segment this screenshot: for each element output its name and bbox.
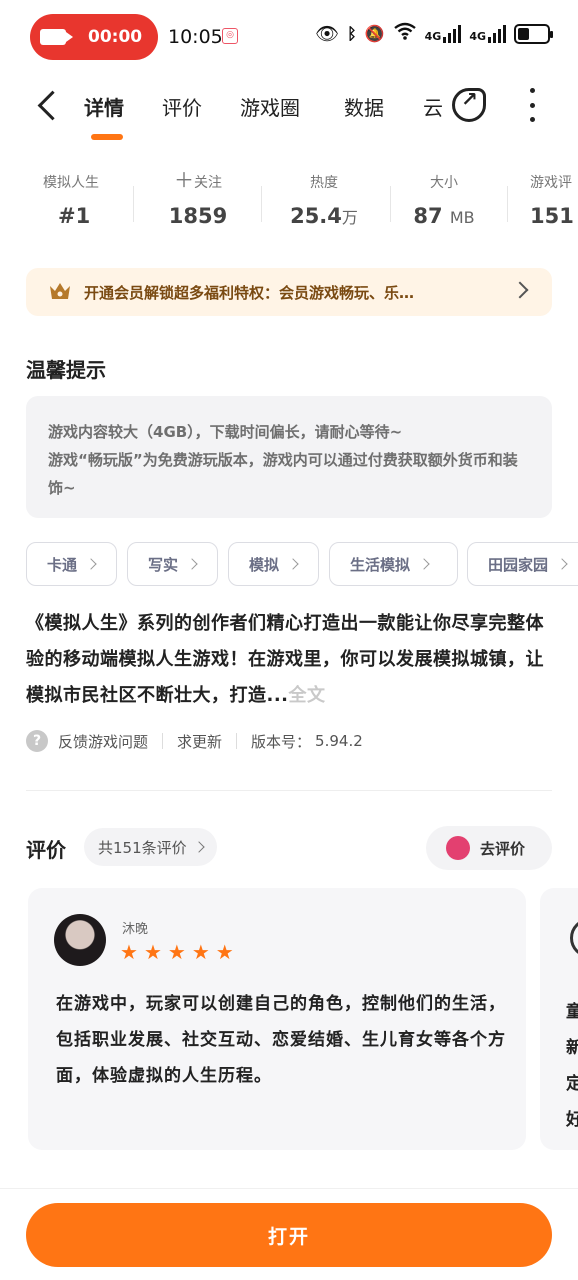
review-text: 在游戏中，玩家可以创建自己的角色，控制他们的生活，包括职业发展、社交互动、恋爱结…: [56, 994, 506, 1086]
reviews-title: 评价: [26, 838, 66, 862]
record-time: 00:00: [88, 27, 143, 47]
tab-data[interactable]: 数据: [344, 92, 384, 121]
chevron-right-icon: [287, 558, 299, 570]
tab-reviews[interactable]: 评价: [162, 92, 202, 121]
game-description[interactable]: 《模拟人生》系列的创作者们精心打造出一款能让你尽享完整体验的移动端模拟人生游戏！…: [26, 606, 552, 714]
battery-icon: [514, 23, 553, 44]
review-username: 沐晚: [122, 922, 149, 937]
active-tab-indicator: [91, 134, 123, 140]
star-icon: ★: [191, 940, 210, 964]
vip-banner-text: 开通会员解锁超多福利特权：会员游戏畅玩、乐…: [84, 283, 415, 302]
system-icons: 👁 ᛒ 🔕 4G 4G: [314, 22, 553, 45]
avatar[interactable]: [54, 914, 106, 966]
version-label: 版本号：: [251, 732, 312, 751]
screen-record-pill[interactable]: 00:00: [30, 14, 158, 60]
version-number: 5.94.2: [315, 732, 363, 750]
more-options-icon[interactable]: [524, 88, 540, 122]
review-card[interactable]: 沐晚 ★ ★ ★ ★ ★ 在游戏中，玩家可以创建自己的角色，控制他们的生活，包括…: [28, 888, 526, 1150]
clock: 10:05: [168, 26, 223, 48]
review-card-next[interactable]: 童新定好: [540, 888, 578, 1150]
stat-follow[interactable]: ＋关注 1859: [160, 170, 236, 228]
stat-size: 大小 87 MB: [413, 175, 475, 228]
crown-icon: [48, 281, 74, 303]
section-divider: [26, 790, 552, 791]
star-icon: ★: [120, 940, 138, 964]
game-stats: 模拟人生 #1 ＋关注 1859 热度 25.4万 大小 87 MB 游戏评 1…: [0, 170, 578, 242]
tab-details[interactable]: 详情: [84, 92, 124, 121]
tag-life-sim[interactable]: 生活模拟: [329, 542, 458, 586]
open-game-button[interactable]: 打开: [26, 1203, 552, 1267]
chevron-right-icon: [186, 558, 198, 570]
mute-bell-icon: 🔕: [364, 24, 385, 43]
stat-reviews[interactable]: 游戏评 151: [530, 172, 578, 228]
read-more-link[interactable]: 全文: [289, 685, 326, 706]
tag-simulation[interactable]: 模拟: [228, 542, 319, 586]
back-arrow-icon[interactable]: [30, 86, 64, 126]
wifi-icon: [393, 22, 417, 45]
tab-game-circle[interactable]: 游戏圈: [240, 92, 300, 121]
share-icon[interactable]: [452, 87, 486, 122]
chevron-right-icon: [418, 558, 430, 570]
rating-stars: ★ ★ ★ ★ ★: [120, 942, 234, 962]
chevron-right-icon: [511, 281, 529, 299]
avatar: [570, 918, 578, 958]
bluetooth-icon: ᛒ: [347, 24, 357, 43]
tag-list: 卡通 写实 模拟 生活模拟 田园家园: [26, 542, 578, 588]
star-icon: ★: [143, 940, 162, 964]
request-update-link[interactable]: 求更新: [177, 731, 222, 752]
star-icon: ★: [167, 940, 186, 964]
camera-icon: [40, 29, 73, 45]
question-icon: ?: [26, 730, 48, 752]
feedback-row: ? 反馈游戏问题 求更新 版本号： 5.94.2: [26, 728, 363, 754]
bottom-bar-divider: [0, 1188, 578, 1189]
stat-rank[interactable]: 模拟人生 #1: [36, 172, 106, 228]
tip-line: 游戏内容较大（4GB），下载时间偏长，请耐心等待~: [48, 423, 403, 441]
vip-banner[interactable]: 开通会员解锁超多福利特权：会员游戏畅玩、乐…: [26, 268, 552, 316]
review-text-peek: 童新定好: [566, 1002, 578, 1130]
tag-cartoon[interactable]: 卡通: [26, 542, 117, 586]
cell-signal-2-icon: 4G: [469, 24, 506, 43]
tips-title: 温馨提示: [26, 358, 106, 382]
stat-heat: 热度 25.4万: [290, 175, 358, 228]
tip-line: 游戏“畅玩版”为免费游玩版本，游戏内可以通过付费获取额外货币和装饰~: [48, 451, 518, 497]
tag-realistic[interactable]: 写实: [127, 542, 218, 586]
notification-app-icon: ◎: [222, 28, 238, 44]
tab-cloud[interactable]: 云: [423, 92, 443, 121]
chevron-right-icon: [85, 558, 97, 570]
report-issue-link[interactable]: 反馈游戏问题: [58, 731, 148, 752]
eye-icon: 👁: [314, 23, 340, 45]
cell-signal-1-icon: 4G: [425, 24, 462, 43]
chevron-right-icon: [556, 558, 568, 570]
write-review-button[interactable]: 去评价: [426, 826, 552, 870]
review-count-button[interactable]: 共151条评价: [84, 828, 217, 866]
chevron-right-icon: [192, 841, 205, 853]
user-avatar-dot: [446, 836, 470, 860]
status-bar: 00:00 10:05 ◎ 👁 ᛒ 🔕 4G 4G: [0, 0, 578, 72]
tips-box: 游戏内容较大（4GB），下载时间偏长，请耐心等待~ 游戏“畅玩版”为免费游玩版本…: [26, 396, 552, 518]
tag-pastoral-home[interactable]: 田园家园: [467, 542, 578, 586]
plus-icon: ＋: [174, 168, 194, 192]
star-icon: ★: [215, 940, 234, 964]
top-nav: 详情 评价 游戏圈 数据 云: [0, 80, 578, 140]
